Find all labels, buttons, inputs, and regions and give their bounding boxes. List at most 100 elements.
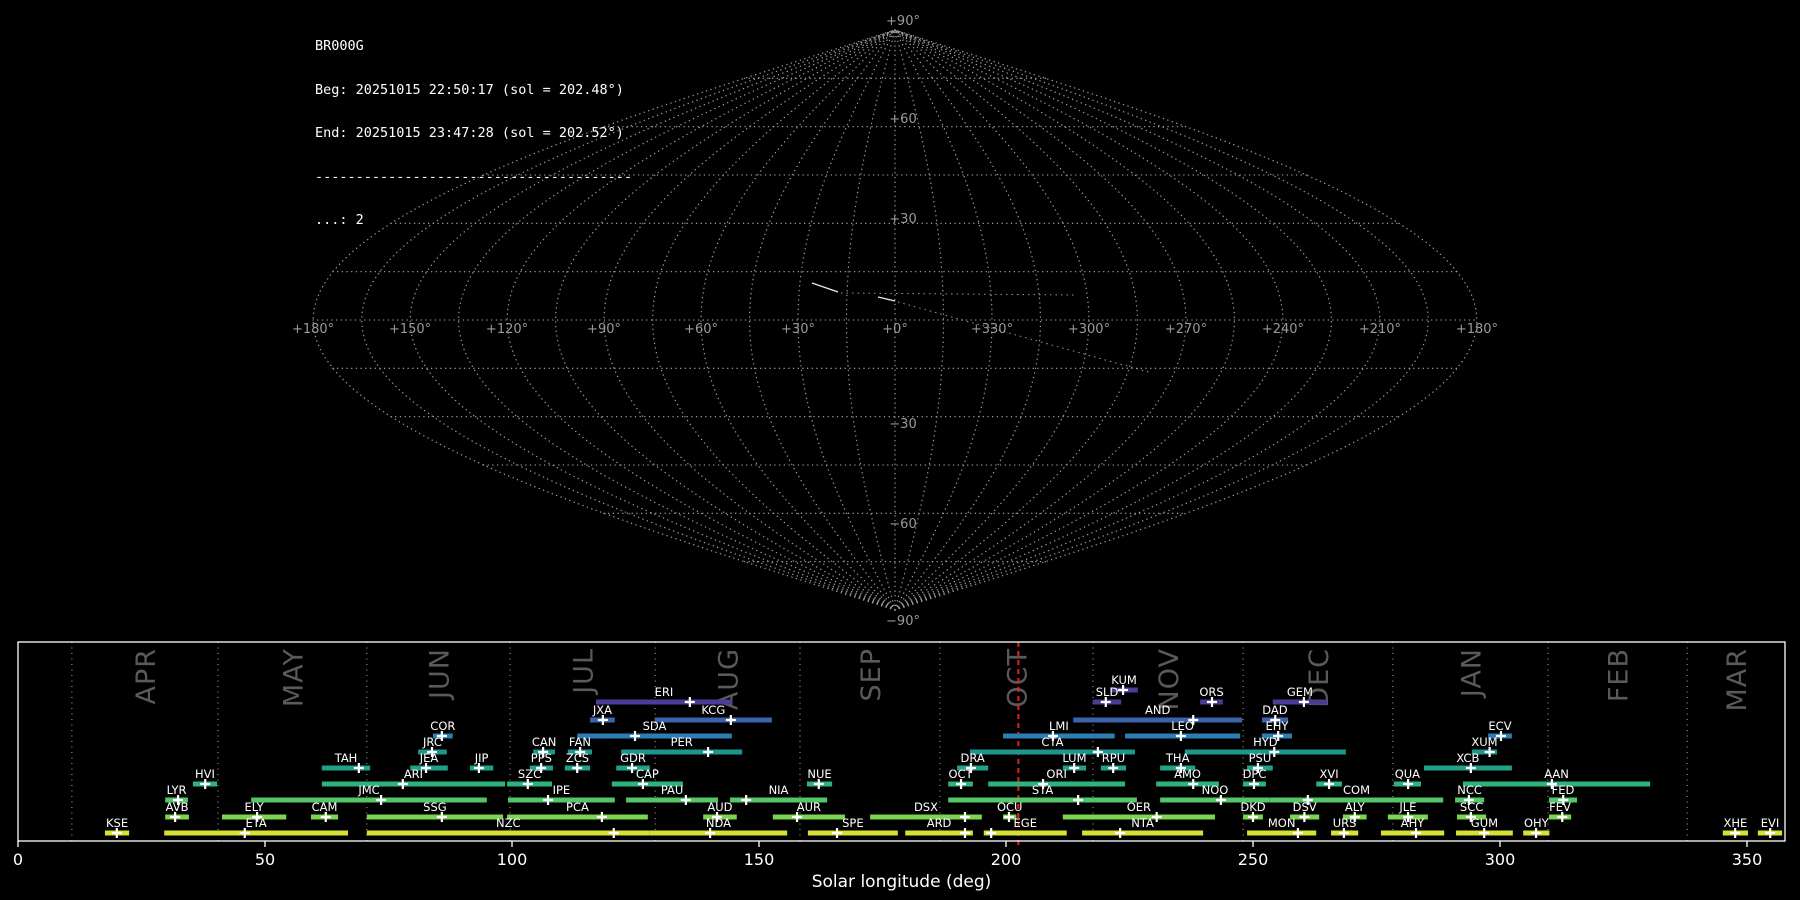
shower-label-FEV: FEV (1549, 800, 1571, 814)
shower-bar-NDA (649, 830, 788, 836)
shower-label-AUR: AUR (797, 800, 821, 814)
shower-bar-MON (1247, 830, 1317, 836)
shower-label-CAN: CAN (532, 735, 557, 749)
shower-label-IPE: IPE (553, 783, 571, 797)
shower-bar-SPE (807, 830, 898, 836)
shower-label-LEO: LEO (1171, 719, 1194, 733)
shower-label-KSE: KSE (106, 816, 128, 830)
shower-label-DPC: DPC (1243, 767, 1267, 781)
map-longitude-label: +300° (1068, 322, 1110, 337)
shower-label-URS: URS (1333, 816, 1357, 830)
shower-label-KCG: KCG (701, 703, 725, 717)
shower-label-TAH: TAH (334, 751, 358, 765)
shower-label-DAD: DAD (1262, 703, 1288, 717)
header-separator: --------------------------------------- (315, 168, 632, 185)
shower-max-marker-EGE (986, 828, 997, 838)
x-tick-label: 100 (497, 850, 528, 869)
month-label-jun: JUN (424, 648, 455, 701)
shower-label-SLD: SLD (1096, 685, 1119, 699)
x-tick-label: 150 (744, 850, 775, 869)
shower-label-AAN: AAN (1544, 767, 1569, 781)
shower-bar-AND (1073, 717, 1243, 723)
shower-label-FAN: FAN (569, 735, 591, 749)
shower-bar-ARI (321, 781, 506, 787)
shower-label-PAU: PAU (661, 783, 683, 797)
meridian-line (797, 29, 896, 611)
shower-label-JLE: JLE (1398, 800, 1416, 814)
shower-bar-IPE (508, 797, 615, 803)
shower-bar-JMC (251, 797, 487, 803)
month-label-sep: SEP (856, 648, 887, 701)
x-tick-label: 300 (1485, 850, 1516, 869)
shower-label-ORS: ORS (1199, 685, 1223, 699)
x-tick-label: 250 (1238, 850, 1269, 869)
shower-label-CAM: CAM (312, 800, 338, 814)
map-longitude-label: +210° (1359, 322, 1401, 337)
shower-label-GUM: GUM (1471, 816, 1498, 830)
meridian-line (894, 29, 1333, 611)
shower-label-ZCS: ZCS (566, 751, 589, 765)
shower-label-ERI: ERI (655, 685, 674, 699)
shower-label-STA: STA (1032, 783, 1053, 797)
shower-label-COM: COM (1343, 783, 1370, 797)
figure-canvas: +180° +150° +120° +90° +60° +30° +0° +330° +300°… (13, 14, 1786, 892)
shower-label-COR: COR (430, 719, 455, 733)
shower-label-PER: PER (671, 735, 693, 749)
shower-max-marker-SPE (832, 828, 843, 838)
month-label-jan: JAN (1456, 648, 1487, 699)
shower-bar-ETA (164, 830, 348, 836)
shower-label-DKD: DKD (1240, 800, 1265, 814)
shower-label-NUE: NUE (807, 767, 831, 781)
shower-label-PSU: PSU (1249, 751, 1272, 765)
shower-max-marker-KCG (725, 715, 736, 725)
shower-label-NOO: NOO (1202, 783, 1229, 797)
meteor-trail-2 (877, 296, 896, 302)
month-label-nov: NOV (1154, 648, 1185, 710)
shower-label-JEA: JEA (419, 751, 439, 765)
month-label-mar: MAR (1722, 648, 1753, 712)
shower-label-THA: THA (1165, 751, 1190, 765)
shower-max-marker-ARD (959, 828, 970, 838)
shower-label-AHY: AHY (1401, 816, 1426, 830)
shower-bar-PAU (626, 797, 718, 803)
shower-label-AVB: AVB (166, 800, 189, 814)
shower-label-ARD: ARD (927, 816, 952, 830)
shower-label-AUD: AUD (707, 800, 732, 814)
shower-max-marker-DSX (959, 812, 970, 822)
shower-label-GDR: GDR (620, 751, 646, 765)
activity-timeline: APR MAY JUN JUL AUG SEP OCT NOV DEC JAN FEB MARKUME… (13, 641, 1786, 892)
shower-label-SZC: SZC (518, 767, 541, 781)
shower-label-NTA: NTA (1131, 816, 1154, 830)
meteor-count-line: ...: 2 (315, 212, 364, 228)
meteor-station-figure: +180° +150° +120° +90° +60° +30° +0° +330° +300°… (0, 0, 1800, 900)
map-longitude-label: +90° (587, 322, 621, 337)
map-latitude-label: +90° (886, 14, 920, 29)
shower-label-DSV: DSV (1293, 800, 1317, 814)
shower-label-NCC: NCC (1457, 783, 1482, 797)
shower-max-marker-NIA (741, 795, 752, 805)
shower-label-PCA: PCA (566, 800, 589, 814)
shower-bar-ORI (988, 781, 1126, 787)
x-tick-label: 0 (13, 850, 23, 869)
map-longitude-label: +150° (389, 322, 431, 337)
begin-time-line: Beg: 20251015 22:50:17 (sol = 202.48°) (315, 81, 624, 98)
shower-label-FED: FED (1552, 783, 1575, 797)
shower-label-XUM: XUM (1471, 735, 1497, 749)
shower-label-QUA: QUA (1395, 767, 1420, 781)
shower-bar-NZC (366, 830, 650, 836)
shower-max-marker-PCA (596, 812, 607, 822)
shower-bar-NTA (1082, 830, 1204, 836)
shower-label-LMI: LMI (1049, 719, 1069, 733)
x-tick-label: 50 (255, 850, 275, 869)
shower-bar-SSG (366, 814, 504, 820)
shower-label-OCT: OCT (948, 767, 973, 781)
shower-label-DRA: DRA (961, 751, 985, 765)
shower-label-SCC: SCC (1460, 800, 1483, 814)
shower-label-XVI: XVI (1320, 767, 1339, 781)
map-longitude-label: +0° (882, 322, 908, 337)
shower-label-AMO: AMO (1174, 767, 1201, 781)
shower-label-JIP: JIP (474, 751, 489, 765)
shower-label-HYD: HYD (1253, 735, 1278, 749)
month-label-jul: JUL (569, 648, 600, 696)
map-longitude-label: +180° (292, 322, 334, 337)
